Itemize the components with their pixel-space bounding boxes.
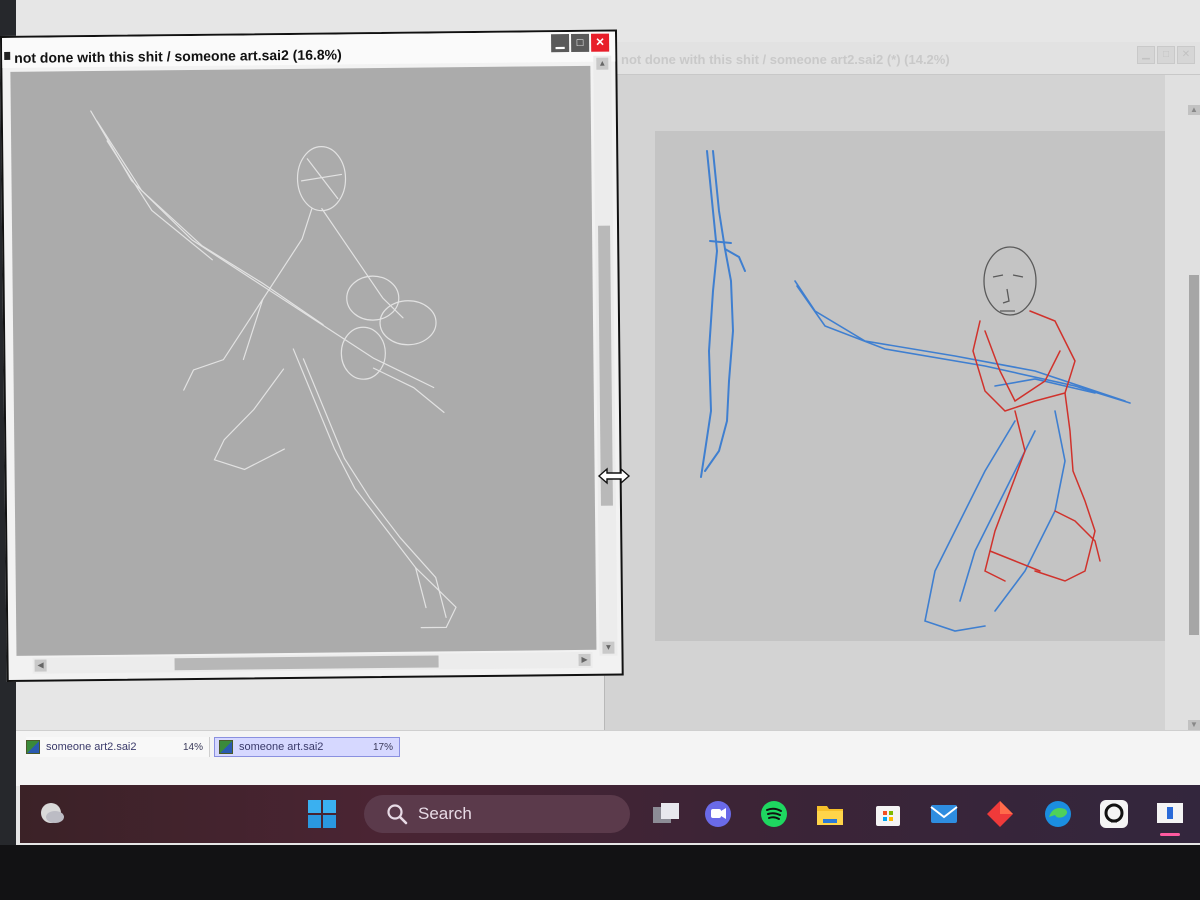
blue-figure-sketch	[794, 280, 1131, 632]
spotify-icon[interactable]	[758, 798, 790, 830]
window-title: not done with this shit / someone art.sa…	[14, 46, 342, 66]
sword-sketch	[700, 150, 746, 478]
horizontal-scrollbar[interactable]: ◀ ▶	[32, 651, 593, 674]
window-titlebar[interactable]: not done with this shit / someone art.sa…	[2, 31, 616, 68]
sai-file-icon	[219, 740, 233, 754]
scroll-up-arrow[interactable]: ▲	[1188, 105, 1200, 115]
minimize-button[interactable]: ▁	[1137, 46, 1155, 64]
doc-tab-someone-art2[interactable]: someone art2.sai2 14%	[26, 737, 210, 757]
scroll-thumb[interactable]	[598, 225, 613, 506]
red-figure-sketch	[972, 310, 1101, 582]
minimize-button[interactable]: ▁	[551, 34, 570, 53]
doc-tab-someone-art[interactable]: someone art.sai2 17%	[214, 737, 400, 757]
canvas-workspace[interactable]	[605, 75, 1177, 734]
scroll-right-arrow[interactable]: ▶	[578, 653, 591, 666]
sai-app-icon[interactable]	[1154, 798, 1186, 836]
document-tab-bar: someone art2.sai2 14% someone art.sai2 1…	[16, 730, 1200, 786]
vertical-scrollbar[interactable]: ▲ ▼	[593, 55, 618, 656]
search-icon	[387, 804, 408, 825]
resize-cursor-icon	[597, 467, 631, 485]
head-sketch	[983, 246, 1037, 316]
doc-tab-label: someone art.sai2	[239, 741, 324, 753]
drawing-canvas[interactable]	[655, 131, 1177, 641]
active-app-indicator	[1160, 833, 1180, 836]
scroll-down-arrow[interactable]: ▼	[1188, 720, 1200, 730]
document-window-someone-art2[interactable]: not done with this shit / someone art2.s…	[604, 42, 1200, 734]
maximize-button[interactable]: □	[571, 33, 590, 53]
sketch-drawing	[700, 150, 1131, 632]
scroll-thumb[interactable]	[1189, 275, 1199, 635]
scroll-thumb[interactable]	[174, 655, 439, 671]
scroll-down-arrow[interactable]: ▼	[602, 641, 615, 654]
window-title: not done with this shit / someone art2.s…	[621, 52, 950, 67]
close-button[interactable]: ✕	[1177, 46, 1195, 64]
app-icon	[4, 51, 11, 60]
doc-tab-zoom: 17%	[372, 741, 393, 753]
mail-icon[interactable]	[928, 798, 960, 830]
desktop-screen: not done with this shit / someone art2.s…	[0, 0, 1200, 845]
drawing-canvas[interactable]	[10, 65, 597, 656]
file-explorer-icon[interactable]	[814, 798, 846, 830]
taskbar: Search	[20, 785, 1200, 843]
sai-file-icon	[26, 740, 40, 754]
red-app-icon[interactable]	[984, 798, 1016, 830]
vertical-scrollbar[interactable]: ▲ ▼	[1165, 75, 1200, 734]
monitor-bezel	[0, 845, 1200, 900]
doc-tab-zoom: 14%	[182, 741, 203, 753]
edge-icon[interactable]	[1042, 798, 1074, 830]
maximize-button[interactable]: □	[1157, 46, 1175, 64]
close-button[interactable]: ✕	[591, 33, 610, 52]
task-view-icon[interactable]	[650, 798, 682, 830]
scroll-up-arrow[interactable]: ▲	[596, 57, 609, 70]
scroll-left-arrow[interactable]: ◀	[34, 659, 47, 672]
taskbar-search-box[interactable]: Search	[364, 795, 630, 833]
search-label: Search	[418, 804, 472, 823]
white-figure-sketch	[90, 110, 457, 629]
microsoft-store-icon[interactable]	[872, 798, 904, 830]
window-titlebar[interactable]: not done with this shit / someone art2.s…	[605, 42, 1200, 75]
clip-studio-icon[interactable]	[1098, 798, 1130, 830]
sketch-drawing	[90, 110, 457, 629]
windows-start-icon[interactable]	[306, 798, 338, 830]
teams-chat-icon[interactable]	[702, 798, 734, 830]
doc-tab-label: someone art2.sai2	[46, 741, 137, 753]
weather-icon[interactable]	[36, 798, 68, 830]
document-window-someone-art[interactable]: not done with this shit / someone art.sa…	[0, 29, 624, 682]
